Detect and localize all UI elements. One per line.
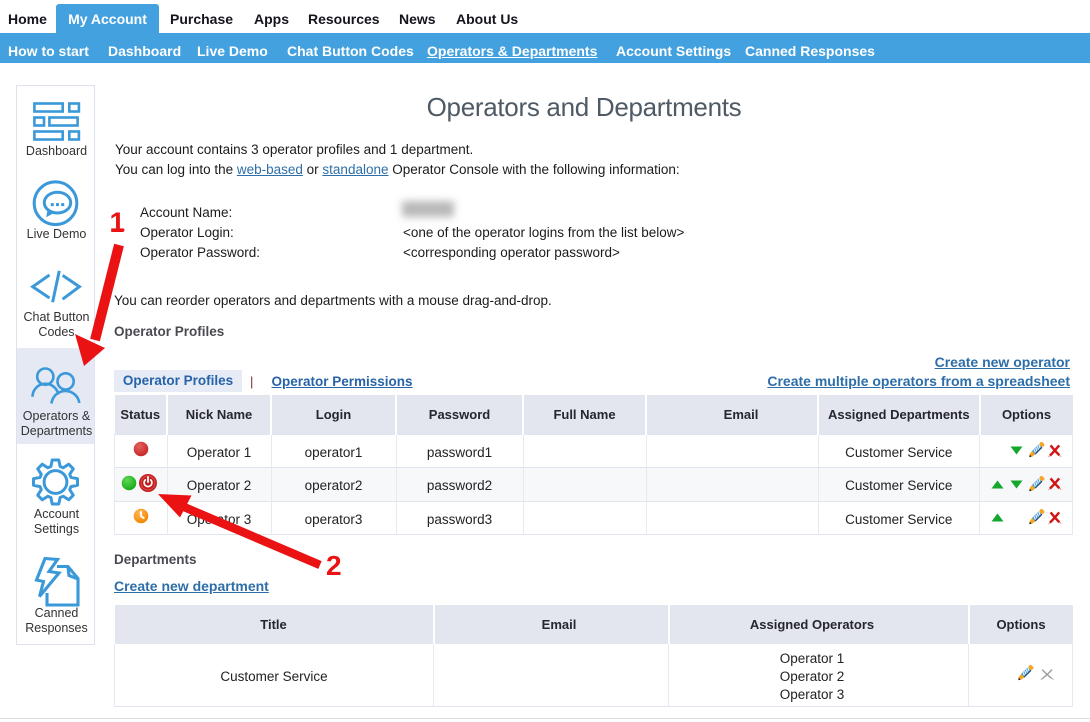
svg-text:2: 2 bbox=[326, 550, 342, 581]
svg-text:1: 1 bbox=[110, 207, 126, 238]
